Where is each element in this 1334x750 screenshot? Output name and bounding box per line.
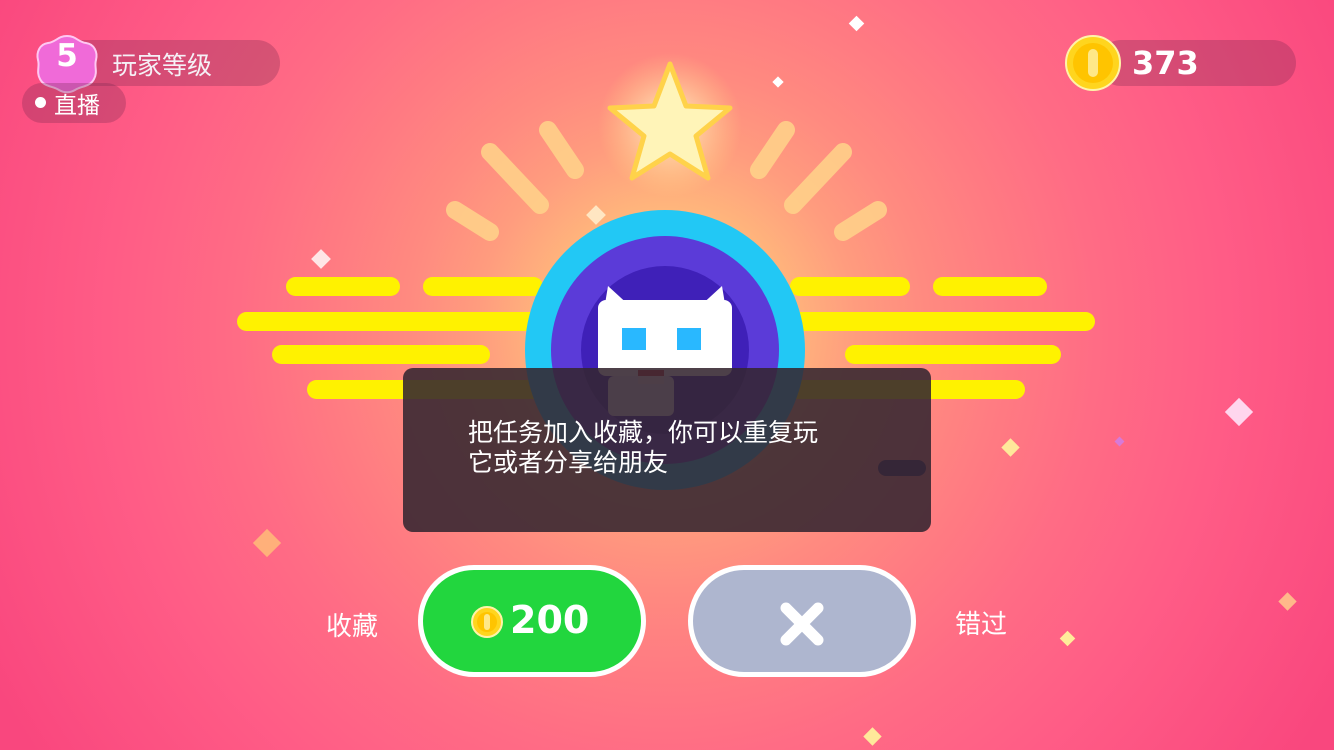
player-level-number: 5 <box>56 38 78 74</box>
player-level-label: 玩家等级 <box>112 51 213 80</box>
deco-bar <box>933 277 1047 296</box>
live-dot-icon <box>35 97 46 108</box>
tooltip-text: 把任务加入收藏，你可以重复玩 它或者分享给朋友 <box>468 418 888 478</box>
save-cost: 200 <box>510 598 590 642</box>
save-label: 收藏 <box>326 612 379 642</box>
coin-count: 373 <box>1132 44 1199 82</box>
deco-bar <box>845 345 1061 364</box>
close-icon <box>780 602 824 646</box>
tooltip-line: 把任务加入收藏，你可以重复玩 <box>468 418 819 447</box>
skip-label: 错过 <box>955 610 1008 640</box>
coin-icon <box>1065 35 1121 91</box>
tooltip-line: 它或者分享给朋友 <box>468 448 669 477</box>
live-label: 直播 <box>54 93 100 119</box>
deco-bar <box>286 277 400 296</box>
deco-bar <box>272 345 490 364</box>
coin-icon <box>471 606 503 638</box>
star-icon <box>598 53 742 197</box>
